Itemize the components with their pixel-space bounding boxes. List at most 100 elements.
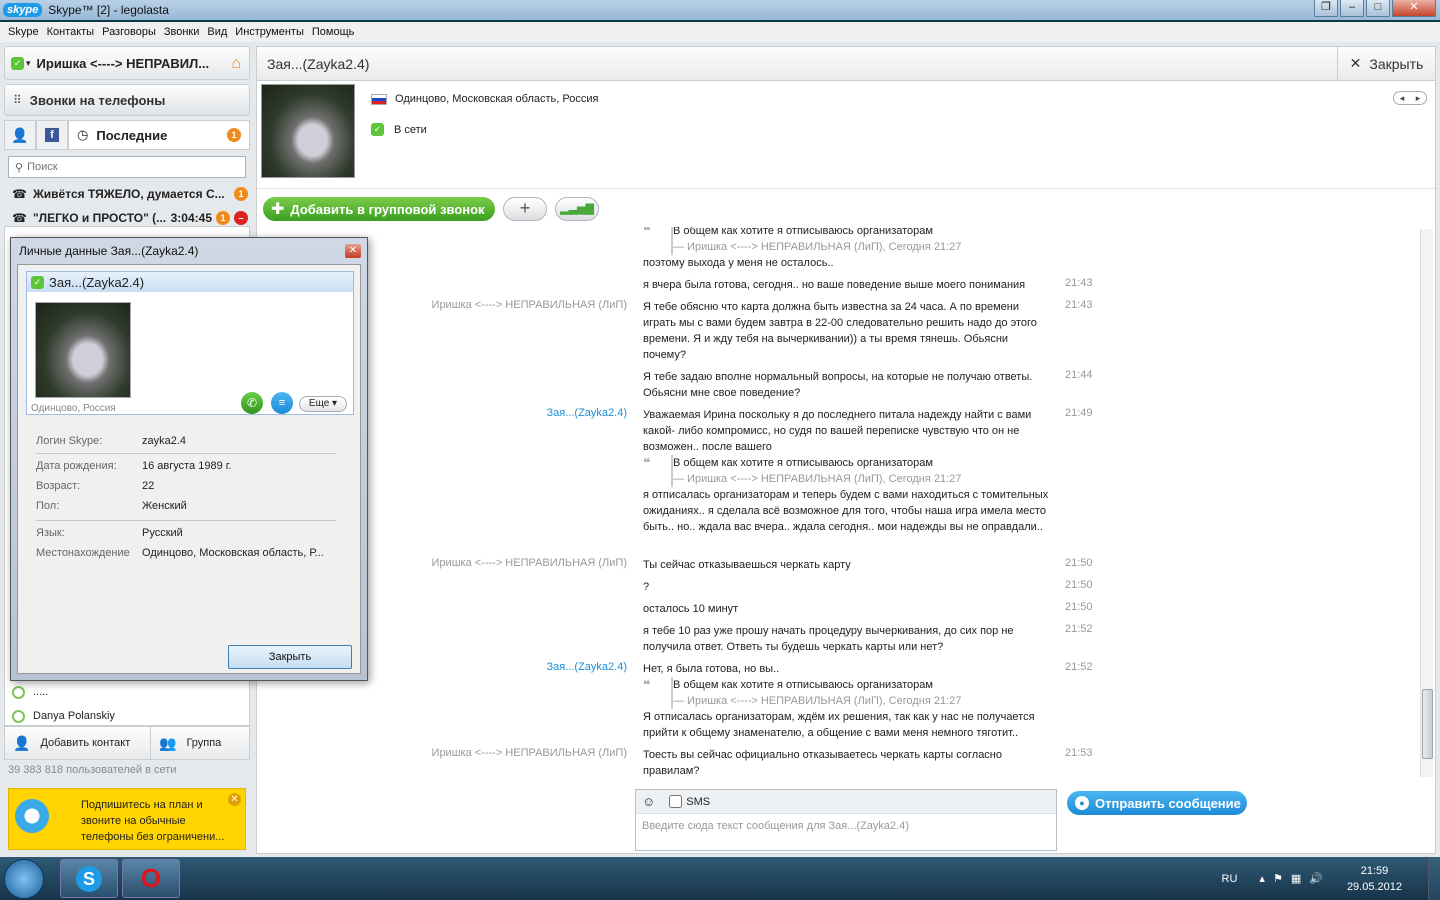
dialog-close-button[interactable]: Закрыть: [228, 645, 352, 669]
message-text: ?: [643, 581, 650, 593]
action-center-icon[interactable]: ⚑: [1273, 873, 1291, 885]
profile-pager[interactable]: ◂ ▸: [1393, 91, 1427, 105]
avatar[interactable]: [261, 84, 355, 178]
call-quality-button[interactable]: ▂▃▅▇: [555, 197, 599, 221]
search-box[interactable]: ⚲: [8, 156, 246, 178]
field-value: Одинцово, Московская область, Р...: [142, 547, 324, 559]
message-time: 21:52: [1065, 661, 1093, 673]
window-title: Skype™ [2] - legolasta: [48, 3, 169, 17]
conversation-item[interactable]: ☎ "ЛЕГКО и ПРОСТО" (... 3:04:45 1 –: [12, 208, 248, 228]
add-group-call-button[interactable]: ✚ Добавить в групповой звонок: [263, 197, 495, 221]
hangup-icon[interactable]: –: [234, 211, 248, 225]
field-location: Местонахождение Одинцово, Московская обл…: [36, 547, 336, 563]
tab-recent-label: Последние: [96, 127, 168, 143]
taskbar-skype[interactable]: S: [60, 859, 118, 898]
conversation-item[interactable]: ☎ Живётся ТЯЖЕЛО, думается С... 1: [12, 184, 248, 204]
menu-view[interactable]: Вид: [203, 26, 231, 38]
search-icon: ⚲: [15, 161, 24, 174]
message-time: 21:43: [1065, 299, 1093, 311]
phone-icon: ☎: [12, 211, 27, 225]
sms-label: SMS: [686, 795, 711, 808]
show-hidden-icon[interactable]: ▴: [1259, 873, 1273, 885]
message-sender[interactable]: Иришка <----> НЕПРАВИЛЬНАЯ (ЛиП): [432, 299, 627, 311]
recent-badge: 1: [227, 128, 241, 142]
promo-close-icon[interactable]: ✕: [228, 793, 241, 806]
show-desktop-button[interactable]: [1428, 857, 1440, 900]
user-status-box[interactable]: ✓ ▾ Иришка <----> НЕПРАВИЛ... ⌂: [4, 46, 250, 80]
phone-calls-button[interactable]: ⠿ Звонки на телефоны: [4, 84, 250, 116]
chevron-down-icon: ▾: [26, 57, 31, 68]
promo-banner[interactable]: Подпишитесь на план и звоните на обычные…: [8, 788, 246, 850]
message-text: Я тебе обясню что карта должна быть изве…: [643, 301, 1037, 361]
network-icon[interactable]: ▦: [1291, 873, 1309, 885]
quote-text: В общем как хотите я отписываюсь организ…: [671, 455, 933, 471]
message-composer: ☺ SMS Введите сюда текст сообщения для З…: [635, 789, 1057, 851]
tab-recent[interactable]: ◷ Последние 1: [68, 120, 250, 150]
message-text: Ты сейчас отказываешься черкать карту: [643, 559, 851, 571]
minimize-button[interactable]: –: [1340, 0, 1364, 17]
contact-item[interactable]: .....: [12, 682, 242, 702]
message-scrollbar[interactable]: [1420, 229, 1433, 777]
menu-calls[interactable]: Звонки: [160, 26, 204, 38]
promo-text: Подпишитесь на план и звоните на обычные…: [81, 799, 225, 843]
clock-time: 21:59: [1360, 864, 1389, 877]
dialog-body: ✓ Зая...(Zayka2.4) Одинцово, Россия ✆ ≡ …: [17, 264, 361, 674]
message-text: я отписалась организаторам и теперь буде…: [643, 489, 1049, 533]
menu-tools[interactable]: Инструменты: [231, 26, 308, 38]
message-sender[interactable]: Иришка <----> НЕПРАВИЛЬНАЯ (ЛиП): [432, 557, 627, 569]
prev-icon[interactable]: ◂: [1400, 92, 1405, 104]
tray-icons: ▴⚑▦🔊: [1259, 872, 1331, 885]
field-value: Женский: [142, 500, 187, 512]
field-label: Логин Skype:: [36, 435, 103, 447]
close-chat-button[interactable]: ✕ Закрыть: [1337, 47, 1435, 80]
start-button[interactable]: [4, 859, 44, 899]
phone-icon: ✆: [246, 396, 258, 410]
chat-bubble-icon: ●: [1075, 796, 1089, 810]
location-line: Одинцово, Московская область, Россия: [371, 93, 598, 105]
add-button[interactable]: +: [503, 197, 547, 221]
more-button[interactable]: Еще ▾: [299, 396, 347, 412]
search-input[interactable]: [27, 161, 228, 173]
restore-button[interactable]: ❐: [1314, 0, 1338, 17]
contact-item[interactable]: Danya Polanskiy: [12, 706, 242, 726]
volume-icon[interactable]: 🔊: [1309, 873, 1331, 885]
message-sender[interactable]: Зая...(Zayka2.4): [547, 407, 627, 419]
profile-area: Одинцово, Московская область, Россия ✓ В…: [257, 81, 1435, 189]
emoticon-icon[interactable]: ☺: [642, 794, 655, 809]
clock-date: 29.05.2012: [1346, 880, 1402, 893]
close-window-button[interactable]: ✕: [1392, 0, 1436, 17]
clock[interactable]: 21:59 29.05.2012: [1347, 863, 1402, 895]
menu-contacts[interactable]: Контакты: [43, 26, 99, 38]
message-time: 21:43: [1065, 277, 1093, 289]
call-button[interactable]: ✆: [241, 392, 263, 414]
add-contact-button[interactable]: 👤 Добавить контакт: [5, 727, 151, 759]
skype-logo: skype: [3, 3, 43, 17]
taskbar-opera[interactable]: O: [122, 859, 180, 898]
send-message-button[interactable]: ● Отправить сообщение: [1067, 791, 1247, 815]
quote-meta: — Иришка <----> НЕПРАВИЛЬНАЯ (ЛиП), Сего…: [671, 239, 962, 255]
taskbar: S O RU ▴⚑▦🔊 21:59 29.05.2012: [0, 857, 1440, 900]
menu-help[interactable]: Помощь: [308, 26, 359, 38]
tab-contacts[interactable]: 👤: [4, 120, 36, 150]
group-button[interactable]: 👥 Группа: [151, 727, 221, 759]
maximize-button[interactable]: □: [1366, 0, 1390, 17]
chat-button[interactable]: ≡: [271, 392, 293, 414]
message-time: 21:50: [1065, 601, 1093, 613]
message-text: Нет, я была готова, но вы..: [643, 663, 780, 675]
home-icon[interactable]: ⌂: [231, 55, 241, 73]
tab-facebook[interactable]: f: [36, 120, 68, 150]
message-sender[interactable]: Иришка <----> НЕПРАВИЛЬНАЯ (ЛиП): [432, 747, 627, 759]
message-input[interactable]: Введите сюда текст сообщения для Зая...(…: [636, 814, 1056, 838]
field-birthdate: Дата рождения: 16 августа 1989 г.: [36, 460, 336, 476]
dialog-close-icon[interactable]: ✕: [345, 244, 361, 258]
field-value: zayka2.4: [142, 435, 187, 447]
online-line: ✓ В сети: [371, 123, 427, 136]
message-sender[interactable]: Зая...(Zayka2.4): [547, 661, 627, 673]
contact-card: ✓ Зая...(Zayka2.4) Одинцово, Россия ✆ ≡ …: [26, 271, 354, 415]
sms-checkbox[interactable]: [669, 795, 683, 808]
scroll-thumb[interactable]: [1422, 689, 1433, 759]
menu-conversations[interactable]: Разговоры: [98, 26, 160, 38]
language-indicator[interactable]: RU: [1222, 873, 1238, 885]
next-icon[interactable]: ▸: [1416, 92, 1421, 104]
menu-skype[interactable]: Skype: [4, 26, 43, 38]
